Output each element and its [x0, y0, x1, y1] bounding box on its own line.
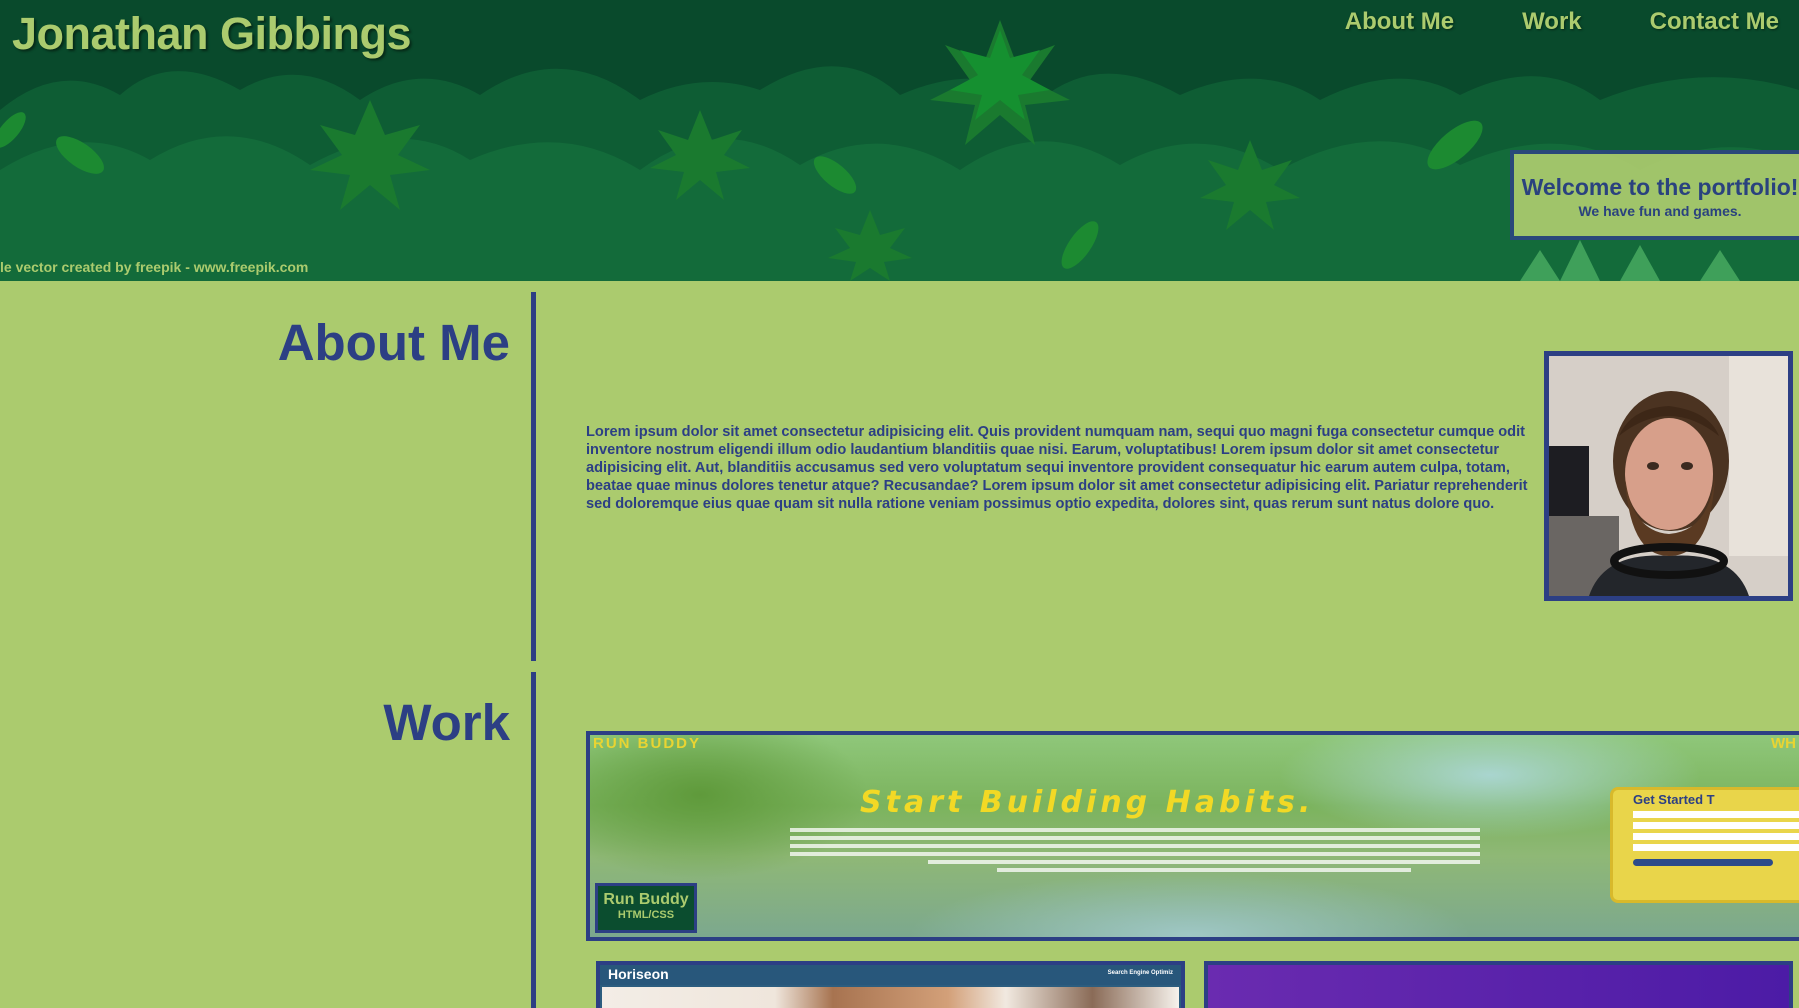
image-credit[interactable]: le vector created by freepik - www.freep… — [0, 259, 308, 275]
nav-work[interactable]: Work — [1488, 6, 1616, 38]
nav-about-me[interactable]: About Me — [1311, 6, 1488, 38]
project-screenshot — [602, 987, 1179, 1008]
screenshot-header-bar — [600, 965, 1181, 985]
portrait-photo — [1544, 351, 1793, 601]
welcome-banner: Welcome to the portfolio! We have fun an… — [1510, 150, 1799, 240]
screenshot-headline: Start Building Habits. — [860, 785, 1315, 820]
project-horiseon[interactable]: Horiseon Search Engine Optimiz — [596, 961, 1185, 1008]
screenshot-signup-form: Get Started T — [1610, 787, 1799, 903]
form-title: Get Started T — [1633, 792, 1715, 807]
nav-contact-me[interactable]: Contact Me — [1616, 6, 1799, 38]
welcome-subtitle: We have fun and games. — [1578, 203, 1742, 219]
screenshot-brand: Horiseon — [608, 966, 669, 982]
about-divider — [531, 292, 536, 661]
screenshot-tagline: Search Engine Optimiz — [1107, 970, 1173, 976]
portrait-image — [1549, 356, 1788, 596]
welcome-title: Welcome to the portfolio! — [1521, 174, 1799, 200]
site-title[interactable]: Jonathan Gibbings — [12, 8, 412, 60]
project-tech: HTML/CSS — [617, 909, 675, 921]
main-nav: About Me Work Contact Me — [1311, 6, 1799, 38]
about-text: Lorem ipsum dolor sit amet consectetur a… — [586, 424, 1528, 512]
screenshot-nav-text: WH — [1771, 735, 1796, 752]
project-caption[interactable]: Run Buddy HTML/CSS — [595, 883, 697, 933]
screenshot-body-text — [790, 825, 1480, 883]
work-heading: Work — [383, 694, 510, 751]
project-title: Run Buddy — [603, 891, 689, 908]
project-purple[interactable] — [1204, 961, 1793, 1008]
project-run-buddy[interactable]: RUN BUDDY WH Start Building Habits. Get … — [586, 731, 1799, 941]
about-heading: About Me — [277, 314, 510, 371]
hero-header: Jonathan Gibbings About Me Work Contact … — [0, 0, 1799, 281]
work-divider — [531, 672, 536, 1008]
screenshot-brand: RUN BUDDY — [593, 735, 701, 752]
